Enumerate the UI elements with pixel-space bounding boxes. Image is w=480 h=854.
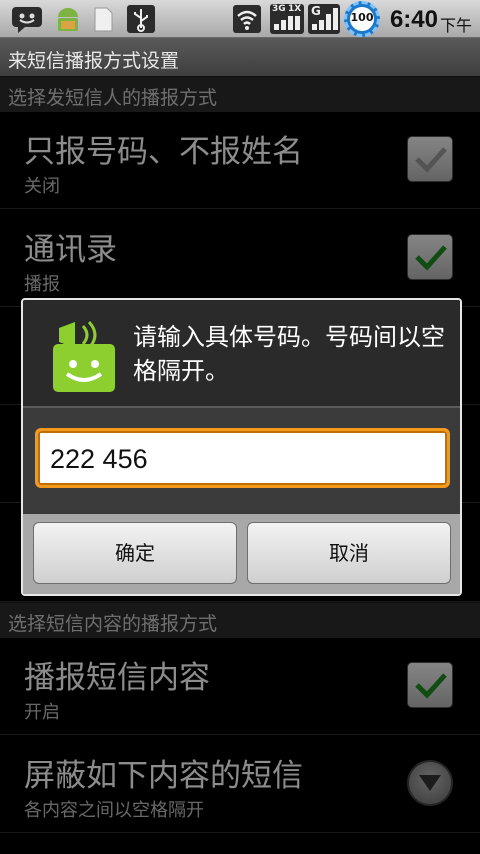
usb-icon: [127, 5, 155, 33]
clock-ampm: 下午: [439, 16, 472, 35]
sms-notification-icon: [12, 7, 42, 33]
dialog-header: 请输入具体号码。号码间以空格隔开。: [23, 300, 460, 408]
phone-number-input[interactable]: 222 456: [35, 428, 450, 488]
number-input-dialog: 请输入具体号码。号码间以空格隔开。 222 456 确定 取消: [21, 298, 462, 596]
dialog-button-bar: 确定 取消: [23, 514, 460, 594]
status-bar: 3G 1X G 100 6:40 下午: [0, 0, 480, 38]
cancel-button[interactable]: 取消: [247, 522, 451, 584]
page-title: 来短信播报方式设置: [8, 50, 180, 72]
signal-3g-icon: 3G 1X: [270, 4, 304, 34]
sd-card-icon: [94, 7, 113, 32]
battery-icon: 100: [344, 1, 380, 37]
dialog-title: 请输入具体号码。号码间以空格隔开。: [133, 323, 445, 385]
title-bar: 来短信播报方式设置: [0, 38, 480, 76]
android-icon: [58, 8, 78, 31]
clock-time: 6:40: [389, 6, 438, 33]
wifi-icon: [233, 5, 261, 33]
ok-button[interactable]: 确定: [33, 522, 237, 584]
dialog-body: 222 456: [23, 408, 460, 514]
signal-g-icon: G: [308, 4, 340, 34]
sms-speaker-icon: [53, 320, 115, 392]
